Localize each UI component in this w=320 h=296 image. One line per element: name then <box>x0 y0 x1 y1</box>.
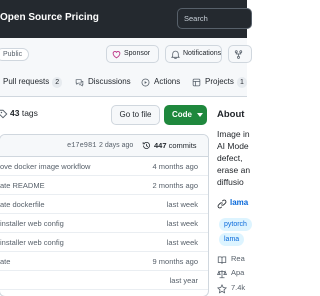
tag-icon <box>0 109 8 119</box>
homepage-label: lama <box>230 198 249 207</box>
table-row: installer web config last week <box>0 233 208 252</box>
play-icon <box>141 78 150 87</box>
commit-time: 9 months ago <box>152 257 198 266</box>
tab-projects[interactable]: Projects 1 <box>192 77 247 88</box>
tab-discussions[interactable]: Discussions <box>75 77 131 87</box>
commit-message[interactable]: ate dockerfile <box>0 200 45 209</box>
link-icon <box>217 199 227 209</box>
commit-time: 4 months ago <box>152 162 198 171</box>
description-line: defect, <box>217 153 243 163</box>
topic-tag[interactable]: lama <box>219 233 245 246</box>
tab-label: Discussions <box>88 77 131 86</box>
commit-time: 2 months ago <box>152 181 198 190</box>
meta-label: Apa <box>231 268 245 277</box>
table-row: ate dockerfile last week <box>0 195 208 214</box>
commits-label: commits <box>168 141 197 150</box>
table-icon <box>192 78 201 87</box>
description-line: Image in <box>217 129 250 139</box>
nav-pricing[interactable]: Pricing <box>65 12 99 23</box>
book-icon <box>217 256 227 264</box>
commit-time: last week <box>166 238 198 247</box>
description-line: diffusio <box>217 177 244 187</box>
tab-pull-requests[interactable]: Pull requests 2 <box>0 77 63 88</box>
search-input[interactable]: Search <box>177 8 252 29</box>
commit-sha[interactable]: e17e981 <box>67 142 96 150</box>
meta-label: Rea <box>231 254 245 263</box>
commit-time: last week <box>166 200 198 209</box>
table-row: installer web config last week <box>0 214 208 233</box>
tab-label: Projects <box>205 77 234 86</box>
repo-tabs: Pull requests 2 Discussions Actions Proje… <box>0 70 247 97</box>
commits-count: 447 <box>154 141 167 150</box>
law-icon <box>217 270 227 279</box>
commit-message[interactable]: ove docker image workflow <box>0 162 90 171</box>
commit-message[interactable]: installer web config <box>0 219 64 228</box>
about-description: Image in AI Mode defect, erase an diffus… <box>217 128 250 188</box>
meta-label: 7.4k <box>231 283 246 292</box>
global-header: Open Source Pricing Search <box>0 0 252 38</box>
discussions-icon <box>75 79 84 87</box>
go-to-file-button[interactable]: Go to file <box>111 105 160 125</box>
tags-label: tags <box>21 108 38 118</box>
chevron-down-icon <box>197 113 203 117</box>
file-list: e17e981 2 days ago 447 commits ove docke… <box>0 134 209 296</box>
commit-message[interactable]: ate README <box>0 181 45 190</box>
bell-icon <box>171 50 180 59</box>
about-heading: About <box>217 109 245 120</box>
description-line: erase an <box>217 165 251 175</box>
code-button[interactable]: Code <box>164 105 207 125</box>
tab-actions[interactable]: Actions <box>141 77 181 87</box>
fork-icon <box>234 50 243 59</box>
repo-header: Public Sponsor Notifications <box>0 38 252 70</box>
star-icon <box>217 284 227 294</box>
tab-count: 2 <box>52 77 63 88</box>
history-icon <box>142 142 150 149</box>
heart-icon <box>112 51 121 59</box>
nav-open-source[interactable]: Open Source <box>0 12 62 23</box>
latest-commit-bar: e17e981 2 days ago 447 commits <box>0 135 208 157</box>
commit-message[interactable]: installer web config <box>0 238 64 247</box>
search-placeholder: Search <box>184 14 208 23</box>
commits-link[interactable]: 447 commits <box>154 141 197 150</box>
visibility-badge: Public <box>0 48 30 61</box>
table-row: last year <box>0 271 208 290</box>
code-label: Code <box>172 110 192 119</box>
tab-count: 1 <box>236 77 247 88</box>
table-row: ate 9 months ago <box>0 252 208 271</box>
table-row: ate README 2 months ago <box>0 176 208 195</box>
tab-label: Pull requests <box>3 77 50 86</box>
description-line: AI Mode <box>217 141 249 151</box>
commit-time: last week <box>166 219 198 228</box>
fork-button[interactable] <box>228 45 252 63</box>
tab-label: Actions <box>154 77 181 86</box>
sponsor-button[interactable]: Sponsor <box>106 45 159 63</box>
commit-message[interactable]: ate <box>0 257 10 266</box>
tags-count: 43 <box>10 108 20 118</box>
commit-time: last year <box>169 276 198 285</box>
table-row: ove docker image workflow 4 months ago <box>0 157 208 176</box>
topic-tag[interactable]: pytorch <box>219 218 252 231</box>
commit-time: 2 days ago <box>99 142 134 149</box>
notifications-button[interactable]: Notifications <box>165 45 222 63</box>
notifications-label: Notifications <box>183 50 222 57</box>
sponsor-label: Sponsor <box>124 50 151 57</box>
